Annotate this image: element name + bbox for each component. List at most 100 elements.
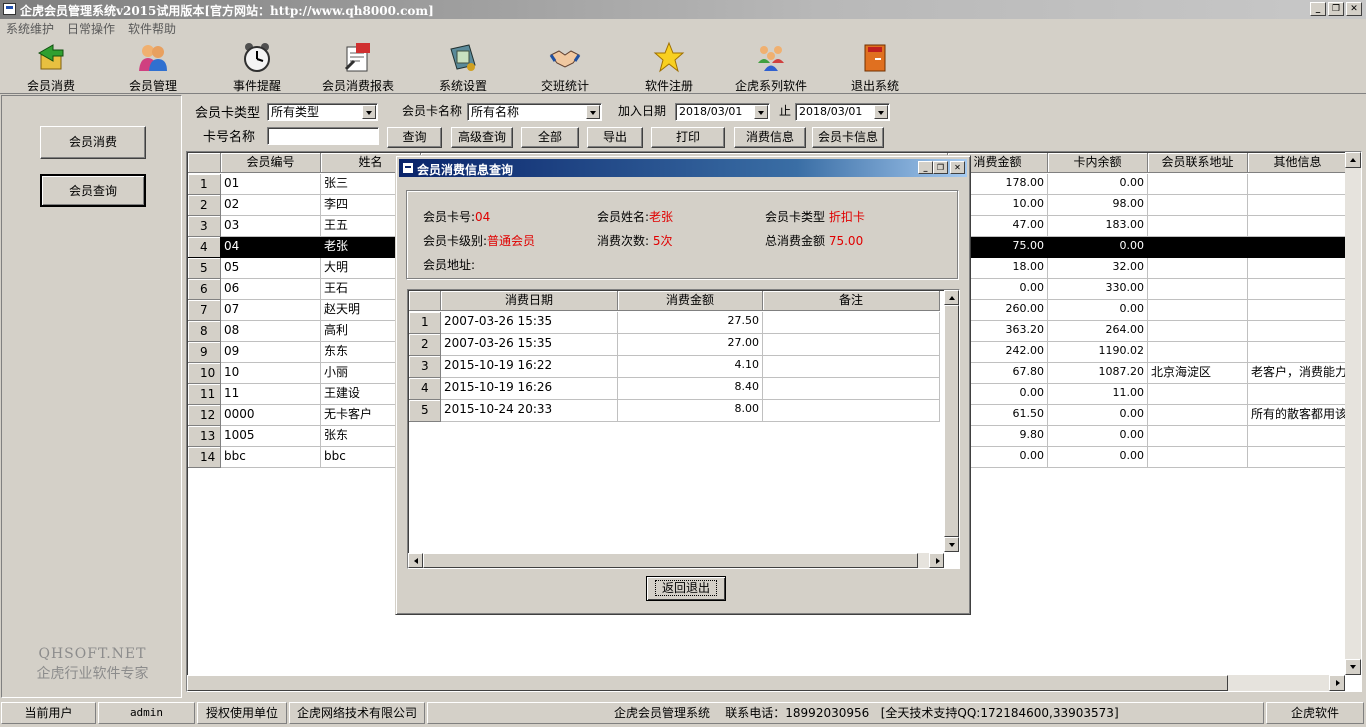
- row-header[interactable]: 3: [188, 216, 221, 237]
- cell-balance[interactable]: 183.00: [1048, 216, 1148, 237]
- column-header-other[interactable]: 其他信息: [1248, 153, 1348, 173]
- horizontal-scroll-thumb[interactable]: [187, 675, 1228, 691]
- cell-address[interactable]: [1148, 300, 1248, 321]
- close-button[interactable]: ✕: [1346, 2, 1362, 16]
- cell-member-id[interactable]: 07: [221, 300, 321, 321]
- cell-balance[interactable]: 0.00: [1048, 405, 1148, 426]
- row-header[interactable]: 2: [409, 334, 441, 356]
- table-row[interactable]: 4 2015-10-19 16:26 8.40: [409, 378, 940, 400]
- query-button[interactable]: 查询: [387, 127, 442, 148]
- row-header[interactable]: 3: [409, 356, 441, 378]
- dialog-minimize-button[interactable]: _: [918, 161, 933, 174]
- scroll-right-icon[interactable]: [1329, 675, 1345, 691]
- column-header-amount[interactable]: 消费金额: [618, 291, 763, 311]
- scroll-down-icon[interactable]: [944, 537, 959, 552]
- row-header[interactable]: 5: [188, 258, 221, 279]
- toolbar-series-software[interactable]: 企虎系列软件: [726, 41, 816, 93]
- chevron-down-icon[interactable]: [586, 105, 600, 119]
- cell-member-id[interactable]: bbc: [221, 447, 321, 468]
- cell-other[interactable]: [1248, 174, 1348, 195]
- toolbar-member-consume[interactable]: 会员消费: [6, 41, 96, 93]
- cell-other[interactable]: [1248, 342, 1348, 363]
- cell-member-id[interactable]: 02: [221, 195, 321, 216]
- cell-member-id[interactable]: 10: [221, 363, 321, 384]
- cell-amount[interactable]: 8.00: [618, 400, 763, 422]
- cell-address[interactable]: [1148, 216, 1248, 237]
- column-header-address[interactable]: 会员联系地址: [1148, 153, 1248, 173]
- cell-balance[interactable]: 0.00: [1048, 447, 1148, 468]
- cell-balance[interactable]: 0.00: [1048, 300, 1148, 321]
- date-from-picker[interactable]: 2018/03/01: [675, 103, 770, 121]
- cell-note[interactable]: [763, 312, 940, 334]
- chevron-down-icon[interactable]: [874, 105, 888, 119]
- cell-note[interactable]: [763, 378, 940, 400]
- show-all-button[interactable]: 全部: [521, 127, 579, 148]
- cell-amount[interactable]: 4.10: [618, 356, 763, 378]
- dialog-maximize-button[interactable]: ❐: [933, 161, 948, 174]
- cell-balance[interactable]: 0.00: [1048, 174, 1148, 195]
- scroll-down-icon[interactable]: [1345, 659, 1361, 675]
- cell-address[interactable]: [1148, 321, 1248, 342]
- cell-member-id[interactable]: 03: [221, 216, 321, 237]
- export-button[interactable]: 导出: [587, 127, 643, 148]
- cell-member-id[interactable]: 05: [221, 258, 321, 279]
- chevron-down-icon[interactable]: [754, 105, 768, 119]
- cell-balance[interactable]: 0.00: [1048, 237, 1148, 258]
- cell-note[interactable]: [763, 356, 940, 378]
- row-header[interactable]: 4: [188, 237, 221, 258]
- member-consume-button[interactable]: 会员消费: [40, 126, 146, 159]
- cell-other[interactable]: [1248, 237, 1348, 258]
- row-header[interactable]: 12: [188, 405, 221, 426]
- cell-member-id[interactable]: 01: [221, 174, 321, 195]
- row-header[interactable]: 5: [409, 400, 441, 422]
- cell-other[interactable]: 老客户，消费能力: [1248, 363, 1348, 384]
- card-type-select[interactable]: 所有类型: [267, 103, 378, 121]
- cell-address[interactable]: [1148, 279, 1248, 300]
- toolbar-consume-report[interactable]: 会员消费报表: [313, 41, 403, 93]
- table-row[interactable]: 3 2015-10-19 16:22 4.10: [409, 356, 940, 378]
- row-header[interactable]: 2: [188, 195, 221, 216]
- cell-other[interactable]: [1248, 279, 1348, 300]
- column-header-balance[interactable]: 卡内余额: [1048, 153, 1148, 173]
- cell-member-id[interactable]: 09: [221, 342, 321, 363]
- cell-other[interactable]: [1248, 321, 1348, 342]
- row-header[interactable]: 6: [188, 279, 221, 300]
- column-header-member-id[interactable]: 会员编号: [221, 153, 321, 173]
- records-vertical-scrollbar[interactable]: [944, 290, 959, 552]
- cell-balance[interactable]: 98.00: [1048, 195, 1148, 216]
- row-header[interactable]: 13: [188, 426, 221, 447]
- cell-date[interactable]: 2015-10-19 16:22: [441, 356, 618, 378]
- toolbar-software-register[interactable]: 软件注册: [624, 41, 714, 93]
- cell-other[interactable]: [1248, 195, 1348, 216]
- consume-info-button[interactable]: 消费信息: [734, 127, 806, 148]
- cell-date[interactable]: 2015-10-24 20:33: [441, 400, 618, 422]
- toolbar-shift-statistics[interactable]: 交班统计: [520, 41, 610, 93]
- cell-note[interactable]: [763, 334, 940, 356]
- cell-address[interactable]: [1148, 426, 1248, 447]
- grid-horizontal-scrollbar[interactable]: [187, 675, 1345, 691]
- row-header[interactable]: 4: [409, 378, 441, 400]
- cell-member-id[interactable]: 06: [221, 279, 321, 300]
- scroll-up-icon[interactable]: [944, 290, 959, 305]
- cell-balance[interactable]: 32.00: [1048, 258, 1148, 279]
- table-row[interactable]: 1 2007-03-26 15:35 27.50: [409, 312, 940, 334]
- table-row[interactable]: 2 2007-03-26 15:35 27.00: [409, 334, 940, 356]
- advanced-query-button[interactable]: 高级查询: [451, 127, 513, 148]
- row-header[interactable]: 7: [188, 300, 221, 321]
- cell-address[interactable]: [1148, 195, 1248, 216]
- cell-note[interactable]: [763, 400, 940, 422]
- cell-address[interactable]: 北京海淀区: [1148, 363, 1248, 384]
- horizontal-scroll-thumb[interactable]: [423, 553, 918, 568]
- cell-member-id[interactable]: 08: [221, 321, 321, 342]
- cell-address[interactable]: [1148, 447, 1248, 468]
- column-header-note[interactable]: 备注: [763, 291, 940, 311]
- minimize-button[interactable]: _: [1310, 2, 1326, 16]
- cell-other[interactable]: [1248, 300, 1348, 321]
- chevron-down-icon[interactable]: [362, 105, 376, 119]
- column-header-date[interactable]: 消费日期: [441, 291, 618, 311]
- card-name-select[interactable]: 所有名称: [467, 103, 602, 121]
- cell-other[interactable]: [1248, 384, 1348, 405]
- cell-date[interactable]: 2007-03-26 15:35: [441, 334, 618, 356]
- cell-other[interactable]: 所有的散客都用该: [1248, 405, 1348, 426]
- cell-balance[interactable]: 1087.20: [1048, 363, 1148, 384]
